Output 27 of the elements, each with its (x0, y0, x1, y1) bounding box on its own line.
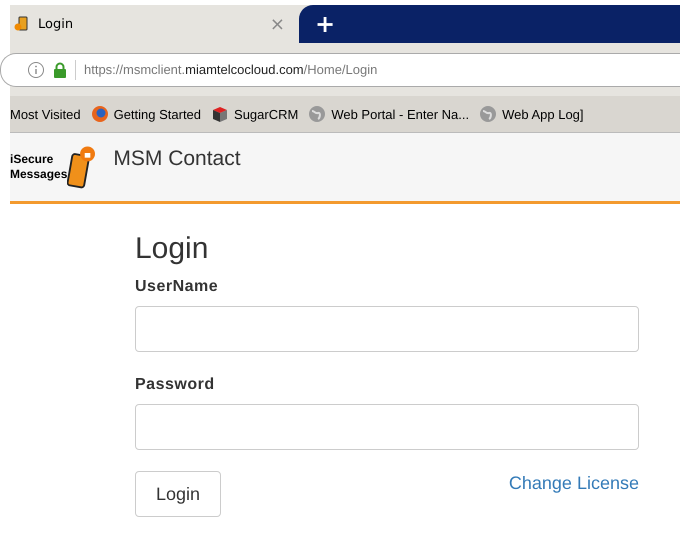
username-label: UserName (135, 278, 220, 296)
new-tab-button[interactable]: + (315, 10, 336, 38)
firefox-icon (90, 105, 109, 123)
phone-lock-icon (67, 145, 96, 189)
info-icon[interactable] (27, 60, 45, 78)
bookmark-link[interactable]: Web Portal - Enter Na... (331, 106, 470, 122)
change-license-link[interactable]: Change License (508, 473, 639, 494)
globe-icon (479, 105, 498, 123)
address-bar[interactable]: https://msmclient.miamtelcocloud.com/Home/Login (0, 52, 680, 86)
lock-icon[interactable] (53, 62, 67, 78)
logo-text: Messages (10, 167, 68, 182)
cube-icon (211, 105, 230, 123)
username-field[interactable] (135, 306, 639, 352)
login-heading: Login (135, 232, 210, 266)
tab-title[interactable]: Login (38, 16, 262, 32)
phone-lock-icon (14, 16, 30, 32)
bookmark-link[interactable]: Web App Log] (502, 106, 584, 122)
url-text[interactable]: https://msmclient.miamtelcocloud.com/Home/Login (84, 62, 378, 77)
logo-text: iSecure (10, 152, 54, 167)
bookmark-link[interactable]: Most Visited (10, 106, 81, 122)
password-label: Password (135, 376, 216, 394)
app-title: MSM Contact (113, 147, 241, 171)
password-field[interactable] (135, 404, 639, 450)
bookmark-link[interactable]: SugarCRM (234, 106, 298, 122)
login-button[interactable]: Login (135, 471, 221, 517)
globe-icon (308, 105, 326, 123)
bookmark-link[interactable]: Getting Started (114, 106, 202, 122)
